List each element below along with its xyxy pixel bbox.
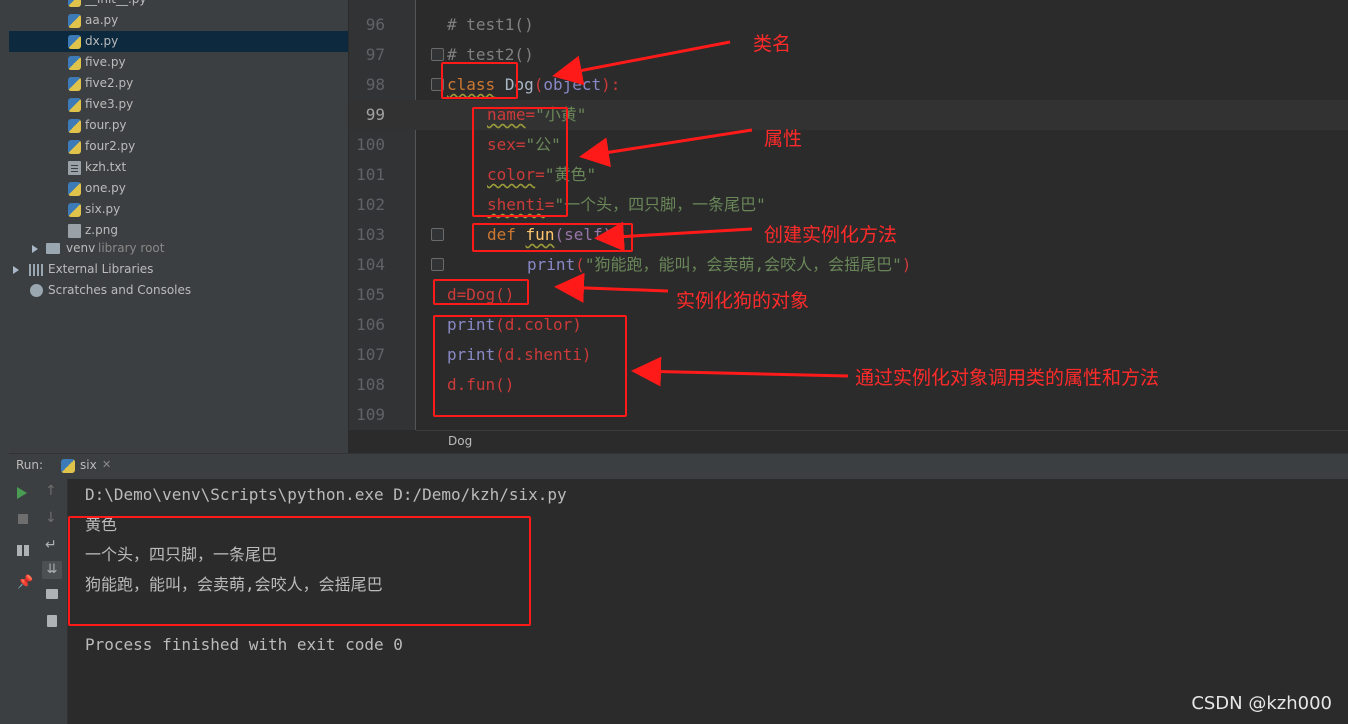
arrow-instance <box>554 272 669 303</box>
annotation-call: 通过实例化对象调用类的属性和方法 <box>855 367 1160 389</box>
annotation-class-name: 类名 <box>753 33 792 55</box>
arrow-method <box>594 221 753 252</box>
watermark: CSDN @kzh000 <box>1191 693 1332 714</box>
arrow-attributes <box>579 128 753 168</box>
annotation-instantiate: 实例化狗的对象 <box>676 290 810 312</box>
arrow-calls <box>631 356 849 387</box>
arrow-class <box>552 40 731 86</box>
annotation-arrows <box>552 40 849 387</box>
annotation-attributes: 属性 <box>764 128 803 150</box>
annotation-create-method: 创建实例化方法 <box>764 224 898 246</box>
